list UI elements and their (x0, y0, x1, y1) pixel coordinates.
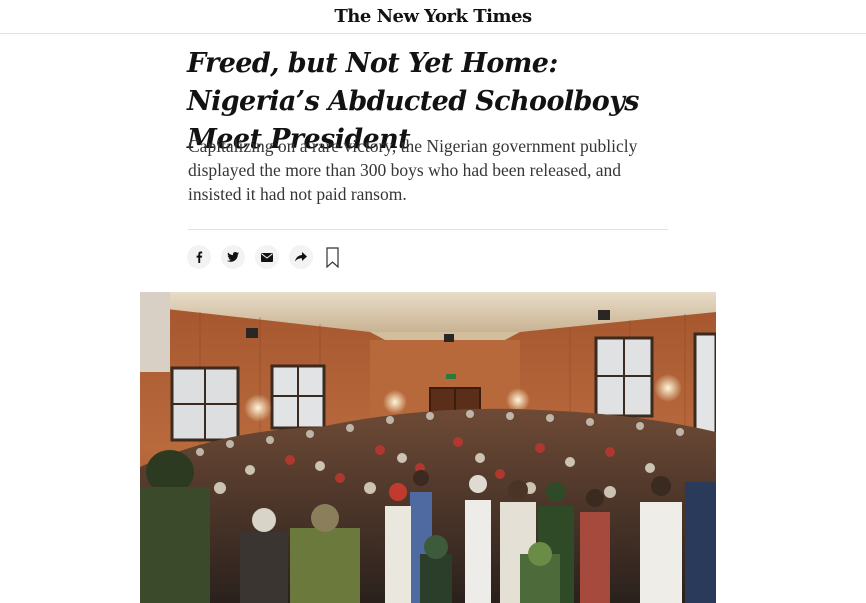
lead-photo (140, 292, 716, 603)
bookmark-icon (325, 246, 339, 268)
nyt-logo[interactable]: The New York Times (334, 6, 532, 27)
email-icon (261, 252, 273, 262)
masthead: The New York Times (0, 0, 866, 34)
assembly-hall-photo (140, 292, 716, 603)
facebook-share-button[interactable] (187, 245, 211, 269)
article-summary: Capitalizing on a rare victory, the Nige… (188, 136, 638, 204)
article-page: The New York Times Freed, but Not Yet Ho… (0, 0, 866, 603)
divider (188, 229, 668, 230)
twitter-share-button[interactable] (221, 245, 245, 269)
facebook-icon (196, 251, 203, 263)
save-bookmark-button[interactable] (325, 245, 339, 269)
share-toolbar (187, 244, 339, 270)
twitter-icon (227, 252, 239, 262)
more-share-button[interactable] (289, 245, 313, 269)
email-share-button[interactable] (255, 245, 279, 269)
share-arrow-icon (295, 252, 307, 262)
